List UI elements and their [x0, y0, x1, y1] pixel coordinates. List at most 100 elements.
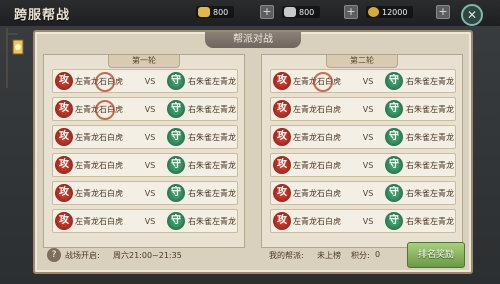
match-row[interactable]: 攻 左青龙石白虎 VS 守 右朱雀左青龙	[52, 209, 238, 233]
attacker-name: 左青龙石白虎	[75, 188, 123, 198]
gold-amount: 800	[213, 7, 229, 17]
defend-icon: 守	[385, 212, 403, 230]
vs-label: VS	[144, 132, 156, 142]
defend-icon: 守	[385, 184, 403, 202]
silver-amount: 800	[299, 7, 315, 17]
open-time-value: 周六21:00~21:35	[113, 251, 182, 260]
round-2-title: 第二轮	[326, 54, 398, 68]
panel-header: 帮派对战	[205, 32, 301, 48]
attacker-name: 左青龙石白虎	[293, 160, 341, 170]
vs-label: VS	[362, 160, 374, 170]
footer-bar: ? 战场开启: 周六21:00~21:35 我的帮派: 未上榜 积分: 0 排名…	[33, 240, 473, 270]
help-icon[interactable]: ?	[47, 248, 61, 262]
defend-icon: 守	[167, 212, 185, 230]
defend-icon: 守	[167, 156, 185, 174]
defeated-seal-icon	[95, 71, 115, 92]
defender-name: 右朱雀左青龙	[406, 76, 454, 86]
score-value: 0	[375, 250, 381, 259]
attack-icon: 攻	[273, 100, 291, 118]
match-row[interactable]: 攻 左青龙石白虎 VS 守 右朱雀左青龙	[52, 125, 238, 149]
guild-battle-panel: 帮派对战 第一轮 攻 左青龙石白虎 VS 守 右朱雀左青龙 攻 左青龙石白虎 V…	[33, 30, 473, 274]
gold-resource: 800	[196, 5, 235, 19]
attack-icon: 攻	[273, 212, 291, 230]
vs-label: VS	[144, 160, 156, 170]
my-guild-label: 我的帮派:	[269, 251, 304, 260]
attack-icon: 攻	[55, 128, 73, 146]
add-silver-button[interactable]: +	[344, 5, 358, 19]
defender-name: 右朱雀左青龙	[188, 132, 236, 142]
match-row[interactable]: 攻 左青龙石白虎 VS 守 右朱雀左青龙	[270, 125, 456, 149]
rank-reward-button[interactable]: 排名奖励	[407, 242, 465, 268]
vs-label: VS	[144, 76, 156, 86]
attacker-name: 左青龙石白虎	[75, 216, 123, 226]
vs-label: VS	[362, 216, 374, 226]
defend-icon: 守	[385, 72, 403, 90]
defeated-seal-icon	[95, 99, 115, 120]
attack-icon: 攻	[55, 184, 73, 202]
defender-name: 右朱雀左青龙	[406, 216, 454, 226]
silver-ingot-icon	[284, 7, 296, 17]
defender-name: 右朱雀左青龙	[406, 188, 454, 198]
match-row[interactable]: 攻 左青龙石白虎 VS 守 右朱雀左青龙	[52, 97, 238, 121]
vs-label: VS	[362, 132, 374, 142]
defender-name: 右朱雀左青龙	[188, 76, 236, 86]
match-row[interactable]: 攻 左青龙石白虎 VS 守 右朱雀左青龙	[52, 153, 238, 177]
defender-name: 右朱雀左青龙	[188, 104, 236, 114]
attack-icon: 攻	[273, 128, 291, 146]
attacker-name: 左青龙石白虎	[75, 160, 123, 170]
match-row[interactable]: 攻 左青龙石白虎 VS 守 右朱雀左青龙	[52, 69, 238, 93]
window-title: 跨服帮战	[14, 8, 71, 23]
defender-name: 右朱雀左青龙	[406, 160, 454, 170]
close-button[interactable]: ✕	[461, 4, 483, 26]
round-1-title: 第一轮	[108, 54, 180, 68]
vs-label: VS	[362, 188, 374, 198]
defend-icon: 守	[167, 184, 185, 202]
vs-label: VS	[144, 216, 156, 226]
defender-name: 右朱雀左青龙	[188, 216, 236, 226]
defend-icon: 守	[385, 128, 403, 146]
match-row[interactable]: 攻 左青龙石白虎 VS 守 右朱雀左青龙	[270, 181, 456, 205]
attack-icon: 攻	[55, 72, 73, 90]
attack-icon: 攻	[55, 212, 73, 230]
attacker-name: 左青龙石白虎	[293, 216, 341, 226]
vs-label: VS	[144, 104, 156, 114]
coin-icon	[368, 7, 379, 17]
gold-ingot-icon	[198, 7, 210, 17]
attacker-name: 左青龙石白虎	[75, 132, 123, 142]
silver-resource: 800	[282, 5, 321, 19]
match-row[interactable]: 攻 左青龙石白虎 VS 守 右朱雀左青龙	[270, 69, 456, 93]
defend-icon: 守	[385, 156, 403, 174]
lantern-icon	[6, 28, 24, 88]
vs-label: VS	[362, 104, 374, 114]
defender-name: 右朱雀左青龙	[188, 160, 236, 170]
match-row[interactable]: 攻 左青龙石白虎 VS 守 右朱雀左青龙	[270, 209, 456, 233]
defender-name: 右朱雀左青龙	[406, 104, 454, 114]
defend-icon: 守	[385, 100, 403, 118]
attack-icon: 攻	[55, 100, 73, 118]
add-coin-button[interactable]: +	[436, 5, 450, 19]
top-bar: 跨服帮战 800 + 800 + 12000 + ✕	[0, 0, 500, 26]
attack-icon: 攻	[273, 156, 291, 174]
attacker-name: 左青龙石白虎	[293, 188, 341, 198]
defend-icon: 守	[167, 72, 185, 90]
defeated-seal-icon	[313, 71, 333, 92]
attacker-name: 左青龙石白虎	[293, 104, 341, 114]
add-gold-button[interactable]: +	[260, 5, 274, 19]
coin-resource: 12000	[366, 5, 414, 19]
match-row[interactable]: 攻 左青龙石白虎 VS 守 右朱雀左青龙	[270, 153, 456, 177]
defender-name: 右朱雀左青龙	[188, 188, 236, 198]
round-1-column: 第一轮 攻 左青龙石白虎 VS 守 右朱雀左青龙 攻 左青龙石白虎 VS 守 右…	[43, 54, 245, 248]
coin-amount: 12000	[382, 7, 408, 17]
my-guild-value: 未上榜	[317, 251, 341, 260]
defender-name: 右朱雀左青龙	[406, 132, 454, 142]
defend-icon: 守	[167, 128, 185, 146]
open-time-label: 战场开启:	[65, 251, 100, 260]
match-row[interactable]: 攻 左青龙石白虎 VS 守 右朱雀左青龙	[270, 97, 456, 121]
attack-icon: 攻	[273, 72, 291, 90]
attacker-name: 左青龙石白虎	[293, 132, 341, 142]
vs-label: VS	[362, 76, 374, 86]
match-row[interactable]: 攻 左青龙石白虎 VS 守 右朱雀左青龙	[52, 181, 238, 205]
score-label: 积分:	[351, 251, 370, 260]
round-2-column: 第二轮 攻 左青龙石白虎 VS 守 右朱雀左青龙 攻 左青龙石白虎 VS 守 右…	[261, 54, 463, 248]
attack-icon: 攻	[273, 184, 291, 202]
